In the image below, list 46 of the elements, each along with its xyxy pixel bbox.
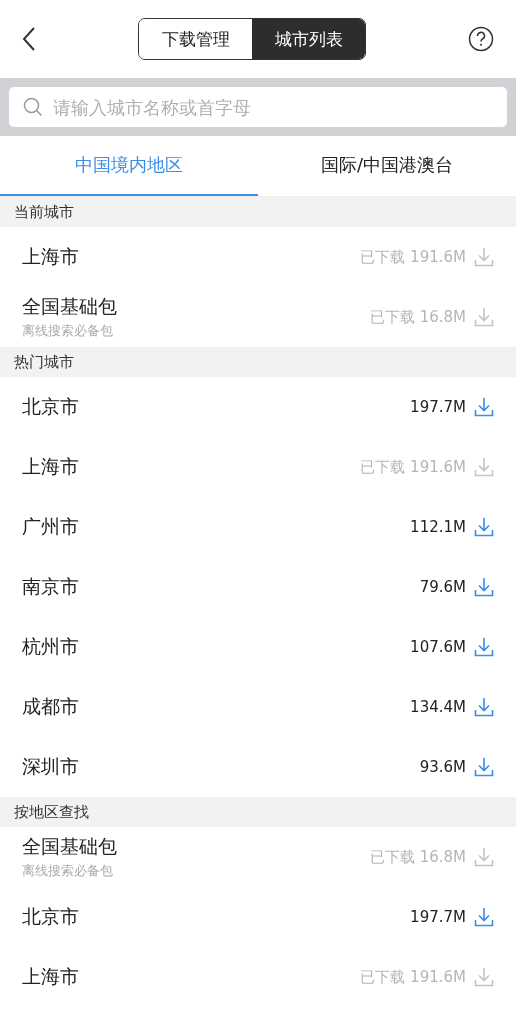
section-header: 按地区查找	[0, 797, 516, 827]
segment-tab[interactable]: 城市列表	[252, 19, 365, 59]
download-icon[interactable]	[474, 517, 494, 537]
download-icon[interactable]	[474, 577, 494, 597]
download-icon[interactable]	[474, 967, 494, 987]
size-label: 已下载 16.8M	[369, 847, 466, 867]
search-icon	[23, 97, 43, 117]
city-name: 南京市	[22, 574, 80, 599]
size-label: 93.6M	[419, 758, 466, 776]
size-label: 197.7M	[410, 908, 466, 926]
city-name: 深圳市	[22, 754, 80, 779]
city-subtitle: 离线搜索必备包	[22, 322, 114, 340]
download-icon[interactable]	[474, 907, 494, 927]
city-subtitle: 离线搜索必备包	[22, 862, 114, 880]
city-name: 全国基础包	[22, 834, 118, 859]
section-header: 当前城市	[0, 197, 516, 227]
city-name: 北京市	[22, 904, 80, 929]
size-label: 79.6M	[419, 578, 466, 596]
download-icon[interactable]	[474, 397, 494, 417]
download-icon[interactable]	[474, 847, 494, 867]
city-name: 全国基础包	[22, 294, 118, 319]
size-label: 107.6M	[410, 638, 466, 656]
city-name: 广州市	[22, 514, 80, 539]
city-name: 成都市	[22, 694, 80, 719]
size-label: 已下载 191.6M	[360, 247, 466, 267]
back-icon[interactable]	[22, 26, 36, 52]
city-name: 杭州市	[22, 634, 80, 659]
download-icon[interactable]	[474, 457, 494, 477]
download-icon[interactable]	[474, 307, 494, 327]
size-label: 已下载 191.6M	[360, 457, 466, 477]
size-label: 134.4M	[410, 698, 466, 716]
city-name: 上海市	[22, 454, 80, 479]
download-icon[interactable]	[474, 697, 494, 717]
download-icon[interactable]	[474, 247, 494, 267]
city-name: 北京市	[22, 394, 80, 419]
size-label: 已下载 191.6M	[360, 967, 466, 987]
city-name: 上海市	[22, 964, 80, 989]
download-icon[interactable]	[474, 757, 494, 777]
size-label: 197.7M	[410, 398, 466, 416]
download-icon[interactable]	[474, 637, 494, 657]
size-label: 已下载 16.8M	[369, 307, 466, 327]
section-header: 热门城市	[0, 347, 516, 377]
size-label: 112.1M	[410, 518, 466, 536]
city-name: 上海市	[22, 244, 80, 269]
help-icon[interactable]	[468, 26, 494, 52]
search-field[interactable]: 请输入城市名称或首字母	[9, 87, 507, 127]
